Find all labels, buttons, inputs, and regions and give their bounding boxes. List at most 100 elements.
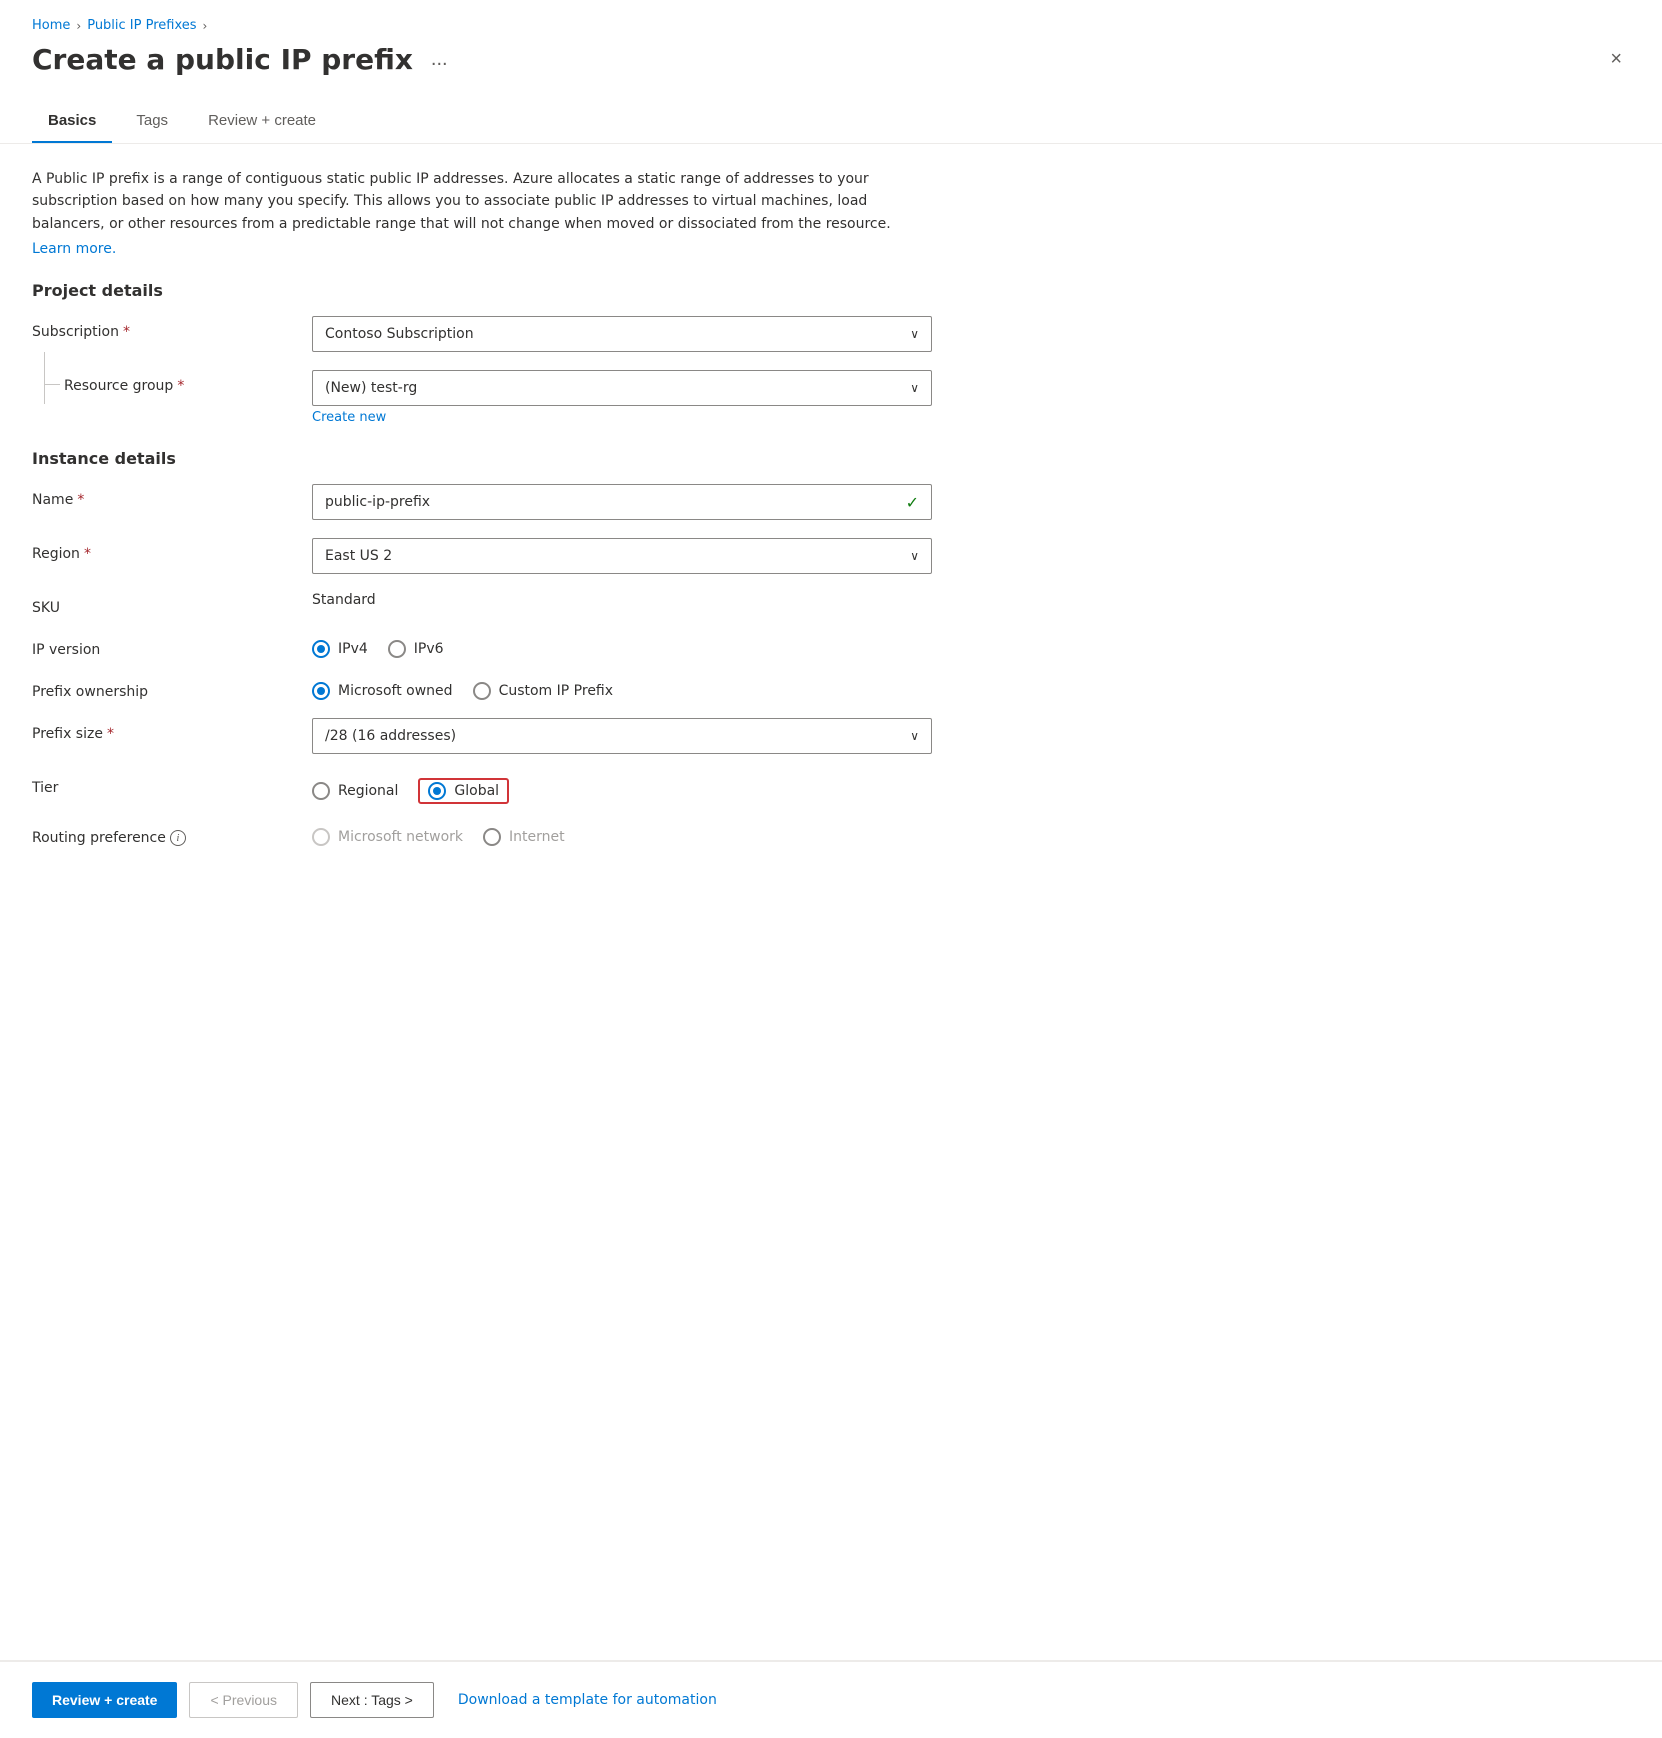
header-area: Home › Public IP Prefixes › Create a pub… <box>0 0 1662 84</box>
global-radio-icon <box>428 782 446 800</box>
subscription-control: Contoso Subscription ∨ <box>312 316 932 352</box>
subscription-row: Subscription * Contoso Subscription ∨ <box>32 316 932 352</box>
global-highlight-box: Global <box>418 778 509 804</box>
name-row: Name * public-ip-prefix ✓ <box>32 484 932 520</box>
rg-chevron-icon: ∨ <box>910 381 919 395</box>
close-button[interactable]: × <box>1602 44 1630 75</box>
tab-review-create[interactable]: Review + create <box>192 104 332 143</box>
project-details-title: Project details <box>32 281 1630 300</box>
region-value: East US 2 <box>325 548 392 564</box>
prefix-size-row: Prefix size * /28 (16 addresses) ∨ <box>32 718 932 754</box>
region-required: * <box>84 546 91 562</box>
tier-control: Regional Global <box>312 772 932 804</box>
routing-preference-control: Microsoft network Internet <box>312 822 932 846</box>
name-required: * <box>77 492 84 508</box>
name-control: public-ip-prefix ✓ <box>312 484 932 520</box>
prefix-size-dropdown[interactable]: /28 (16 addresses) ∨ <box>312 718 932 754</box>
ipv4-option[interactable]: IPv4 <box>312 640 368 658</box>
ip-version-control: IPv4 IPv6 <box>312 634 932 658</box>
ip-version-label: IP version <box>32 634 312 658</box>
ipv6-radio-icon <box>388 640 406 658</box>
breadcrumb-home[interactable]: Home <box>32 18 70 33</box>
page-title: Create a public IP prefix <box>32 43 413 76</box>
microsoft-network-radio-icon <box>312 828 330 846</box>
prefix-ownership-label: Prefix ownership <box>32 676 312 700</box>
custom-ip-prefix-label: Custom IP Prefix <box>499 683 613 699</box>
prefix-size-required: * <box>107 726 114 742</box>
internet-label: Internet <box>509 829 565 845</box>
name-label: Name * <box>32 484 312 508</box>
region-label: Region * <box>32 538 312 562</box>
subscription-dropdown[interactable]: Contoso Subscription ∨ <box>312 316 932 352</box>
tabs: Basics Tags Review + create <box>32 104 1630 143</box>
content-area: A Public IP prefix is a range of contigu… <box>0 144 1662 1628</box>
ellipsis-button[interactable]: ... <box>425 46 454 73</box>
subscription-label: Subscription * <box>32 316 312 340</box>
ipv6-option[interactable]: IPv6 <box>388 640 444 658</box>
prefix-size-control: /28 (16 addresses) ∨ <box>312 718 932 754</box>
next-button[interactable]: Next : Tags > <box>310 1682 434 1718</box>
resource-group-row: Resource group * (New) test-rg ∨ Create … <box>32 370 932 425</box>
ipv6-label: IPv6 <box>414 641 444 657</box>
microsoft-network-option[interactable]: Microsoft network <box>312 828 463 846</box>
resource-group-dropdown[interactable]: (New) test-rg ∨ <box>312 370 932 406</box>
breadcrumb-sep-2: › <box>203 19 208 33</box>
breadcrumb-public-ip-prefixes[interactable]: Public IP Prefixes <box>87 18 196 33</box>
instance-details-title: Instance details <box>32 449 1630 468</box>
regional-label: Regional <box>338 783 398 799</box>
ipv4-label: IPv4 <box>338 641 368 657</box>
routing-preference-info-icon[interactable]: i <box>170 830 186 846</box>
ip-version-row: IP version IPv4 IPv6 <box>32 634 932 658</box>
rg-label-area: Resource group * <box>32 370 312 394</box>
learn-more-link[interactable]: Learn more. <box>32 241 116 257</box>
tab-basics[interactable]: Basics <box>32 104 112 143</box>
tier-label: Tier <box>32 772 312 796</box>
download-template-link[interactable]: Download a template for automation <box>458 1692 717 1708</box>
subscription-chevron-icon: ∨ <box>910 327 919 341</box>
rg-label: Resource group * <box>32 370 184 394</box>
description-text: A Public IP prefix is a range of contigu… <box>32 168 932 235</box>
footer-area: Review + create < Previous Next : Tags >… <box>0 1661 1662 1738</box>
internet-radio-icon <box>483 828 501 846</box>
tabs-area: Basics Tags Review + create <box>0 84 1662 144</box>
name-input[interactable]: public-ip-prefix ✓ <box>312 484 932 520</box>
rg-control: (New) test-rg ∨ Create new <box>312 370 932 425</box>
rg-required: * <box>177 378 184 394</box>
breadcrumb: Home › Public IP Prefixes › <box>32 18 1630 33</box>
routing-preference-row: Routing preference i Microsoft network I… <box>32 822 932 846</box>
global-option[interactable]: Global <box>418 778 509 804</box>
region-chevron-icon: ∨ <box>910 549 919 563</box>
prefix-ownership-row: Prefix ownership Microsoft owned Custom … <box>32 676 932 700</box>
region-control: East US 2 ∨ <box>312 538 932 574</box>
page-title-left: Create a public IP prefix ... <box>32 43 454 76</box>
breadcrumb-sep-1: › <box>76 19 81 33</box>
review-create-button[interactable]: Review + create <box>32 1682 177 1718</box>
global-label: Global <box>454 783 499 799</box>
prefix-size-value: /28 (16 addresses) <box>325 728 456 744</box>
prefix-ownership-radio-group: Microsoft owned Custom IP Prefix <box>312 676 932 700</box>
ip-version-radio-group: IPv4 IPv6 <box>312 634 932 658</box>
name-check-icon: ✓ <box>906 493 919 512</box>
name-value: public-ip-prefix <box>325 494 430 510</box>
custom-ip-prefix-radio-icon <box>473 682 491 700</box>
prefix-size-label: Prefix size * <box>32 718 312 742</box>
subscription-value: Contoso Subscription <box>325 326 474 342</box>
previous-button[interactable]: < Previous <box>189 1682 298 1718</box>
sku-label: SKU <box>32 592 312 616</box>
internet-option[interactable]: Internet <box>483 828 565 846</box>
page-container: Home › Public IP Prefixes › Create a pub… <box>0 0 1662 1738</box>
create-new-link[interactable]: Create new <box>312 410 386 425</box>
regional-radio-icon <box>312 782 330 800</box>
sku-control: Standard <box>312 592 932 608</box>
sku-row: SKU Standard <box>32 592 932 616</box>
tab-tags[interactable]: Tags <box>120 104 184 143</box>
microsoft-owned-label: Microsoft owned <box>338 683 453 699</box>
routing-preference-label: Routing preference i <box>32 822 312 846</box>
microsoft-owned-option[interactable]: Microsoft owned <box>312 682 453 700</box>
regional-option[interactable]: Regional <box>312 782 398 800</box>
region-dropdown[interactable]: East US 2 ∨ <box>312 538 932 574</box>
ipv4-radio-icon <box>312 640 330 658</box>
custom-ip-prefix-option[interactable]: Custom IP Prefix <box>473 682 613 700</box>
subscription-required: * <box>123 324 130 340</box>
microsoft-network-label: Microsoft network <box>338 829 463 845</box>
